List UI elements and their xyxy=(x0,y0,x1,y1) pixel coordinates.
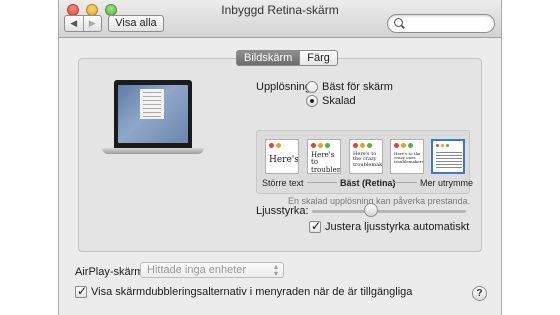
document-icon xyxy=(140,89,164,119)
checkbox[interactable] xyxy=(309,219,321,233)
scale-option-4[interactable]: Here's to the crazy ones troublemakers xyxy=(390,139,424,174)
radio-best-for-display[interactable]: Bäst för skärm xyxy=(306,81,393,93)
scale-label-larger-text: Större text xyxy=(262,178,304,188)
search-icon xyxy=(394,18,403,27)
forward-arrow-icon[interactable]: ▶ xyxy=(82,16,102,31)
back-forward-control[interactable]: ◀ ▶ xyxy=(64,15,102,32)
radio-scaled[interactable]: Skalad xyxy=(306,95,356,107)
scale-option-more-space[interactable] xyxy=(431,139,465,174)
help-button[interactable]: ? xyxy=(472,286,487,301)
tab-display[interactable]: Bildskärm xyxy=(236,50,300,66)
tab-bar: Bildskärm Färg xyxy=(236,50,338,66)
back-arrow-icon[interactable]: ◀ xyxy=(65,16,83,31)
scale-label-best-retina: Bäst (Retina) xyxy=(340,178,396,188)
performance-note: En skalad upplösning kan påverka prestan… xyxy=(288,196,471,206)
auto-brightness-checkbox[interactable]: Justera ljusstyrka automatiskt xyxy=(309,219,469,233)
airplay-popup[interactable]: Hittade inga enheter ▴ ▾ xyxy=(140,262,284,278)
laptop-base xyxy=(102,148,204,154)
scale-option-best-retina[interactable]: Here's to the crazy troublemakers xyxy=(349,139,383,174)
popup-arrows-icon: ▴ ▾ xyxy=(273,262,278,278)
brightness-slider-knob[interactable] xyxy=(363,203,378,217)
airplay-label: AirPlay-skärm: xyxy=(75,266,147,278)
scale-option-2[interactable]: Here's to troublem xyxy=(307,139,341,174)
radio-button[interactable] xyxy=(306,95,318,107)
scale-label-more-space: Mer utrymme xyxy=(420,178,474,188)
brightness-label: Ljusstyrka: xyxy=(256,205,309,217)
search-field[interactable] xyxy=(387,14,495,33)
mirroring-options-checkbox[interactable]: Visa skärmdubbleringsalternativ i menyra… xyxy=(75,284,412,298)
tab-color[interactable]: Färg xyxy=(299,50,338,66)
title-bar: Inbyggd Retina-skärm ◀ ▶ Visa alla xyxy=(59,0,501,38)
laptop-screen xyxy=(114,80,192,148)
scale-option-larger-text[interactable]: Here's xyxy=(265,139,299,174)
brightness-slider[interactable] xyxy=(312,210,466,213)
checkbox[interactable] xyxy=(75,284,87,298)
show-all-button[interactable]: Visa alla xyxy=(108,15,164,32)
radio-button[interactable] xyxy=(306,81,318,93)
